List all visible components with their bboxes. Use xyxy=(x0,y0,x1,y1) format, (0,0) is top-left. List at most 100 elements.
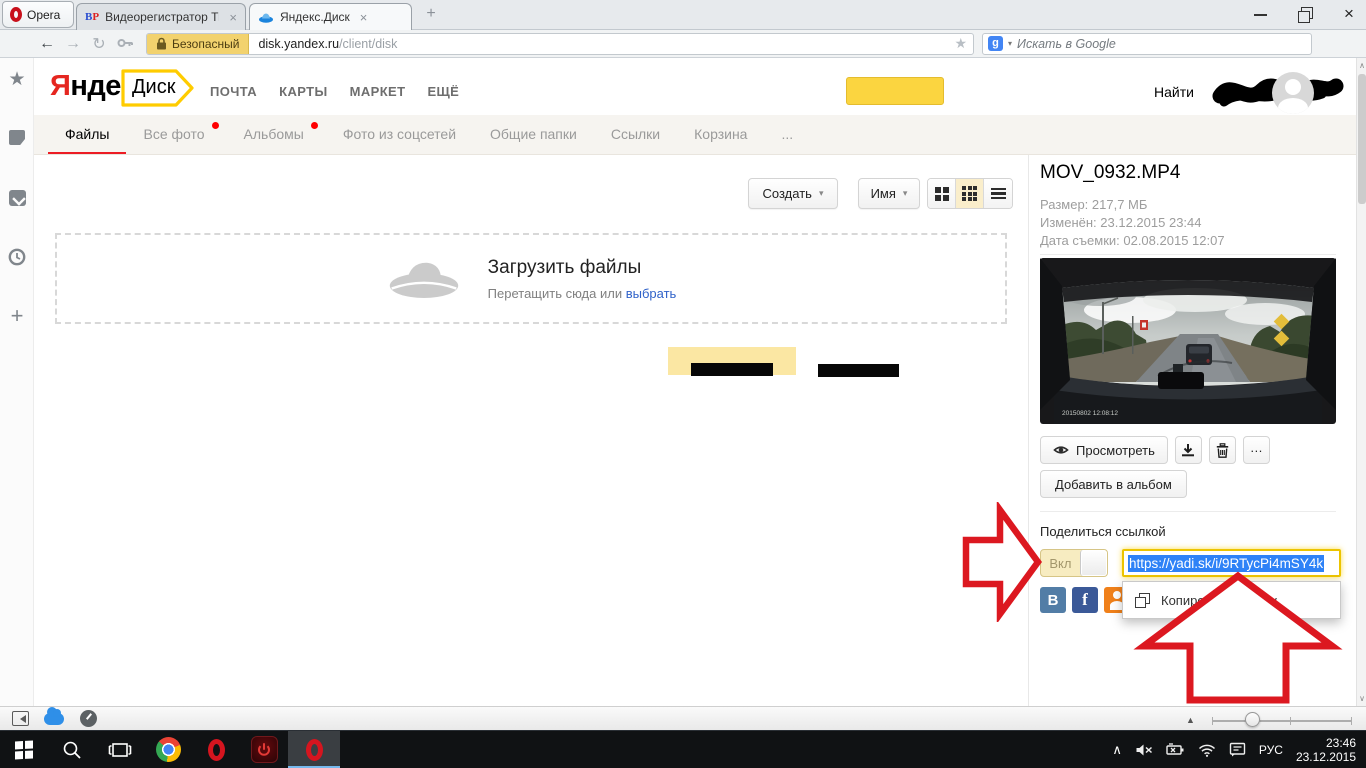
chrome-icon xyxy=(156,737,181,762)
bookmark-star-icon[interactable]: ★ xyxy=(954,35,967,52)
choose-file-link[interactable]: выбрать xyxy=(626,286,677,301)
url-field[interactable]: Безопасный disk.yandex.ru/client/disk ★ xyxy=(146,33,974,55)
file-actions: Просмотреть … xyxy=(1040,436,1270,464)
add-to-album-button[interactable]: Добавить в альбом xyxy=(1040,470,1187,498)
toggle-knob[interactable] xyxy=(1080,550,1107,576)
volume-muted-icon[interactable] xyxy=(1135,743,1153,757)
wifi-icon[interactable] xyxy=(1198,743,1216,757)
nav-maps[interactable]: КАРТЫ xyxy=(279,84,328,99)
nav-more[interactable]: ЕЩЁ xyxy=(427,84,459,99)
vertical-scrollbar[interactable]: ∧ ∨ xyxy=(1356,58,1366,706)
large-grid-icon xyxy=(935,187,949,201)
tab-shared-folders[interactable]: Общие папки xyxy=(473,115,594,154)
search-box[interactable]: g ▾ Искать в Google xyxy=(982,33,1312,55)
action-center-icon[interactable] xyxy=(1229,742,1246,757)
zoom-slider-knob[interactable] xyxy=(1245,712,1260,727)
chrome-taskbar-button[interactable] xyxy=(144,731,192,768)
sort-by-button[interactable]: Имя▾ xyxy=(858,178,920,209)
share-toggle[interactable]: Вкл xyxy=(1040,549,1108,577)
small-grid-icon xyxy=(962,186,977,201)
opera-taskbar-button[interactable] xyxy=(192,731,240,768)
list-icon xyxy=(991,186,1006,202)
tab-trash[interactable]: Корзина xyxy=(677,115,764,154)
search-engine-dropdown-icon[interactable]: ▾ xyxy=(1008,39,1012,48)
security-badge[interactable]: Безопасный xyxy=(147,34,249,54)
preview-button[interactable]: Просмотреть xyxy=(1040,436,1168,464)
url-text: disk.yandex.ru/client/disk xyxy=(258,37,397,51)
vk-share-button[interactable]: В xyxy=(1040,587,1066,613)
nav-market[interactable]: МАРКЕТ xyxy=(350,84,406,99)
taskbar-search-button[interactable] xyxy=(48,731,96,768)
view-small-tiles-button[interactable] xyxy=(956,179,984,208)
tab-social-photos[interactable]: Фото из соцсетей xyxy=(326,115,473,154)
speed-dial-icon[interactable] xyxy=(80,710,97,727)
start-button[interactable] xyxy=(0,731,48,768)
task-view-button[interactable] xyxy=(96,731,144,768)
key-icon[interactable] xyxy=(112,35,138,53)
section-tabs: Файлы Все фото Альбомы Фото из соцсетей … xyxy=(34,115,1356,155)
tab-albums[interactable]: Альбомы xyxy=(227,115,326,154)
scroll-down-arrow[interactable]: ∨ xyxy=(1357,694,1366,703)
share-link-selected-text: https://yadi.sk/i/9RTycPi4mSY4k xyxy=(1128,555,1324,572)
battery-status-icon[interactable] xyxy=(1166,743,1185,756)
windows-taskbar: ∧ xyxy=(0,730,1366,768)
file-modified: Изменён: 23.12.2015 23:44 xyxy=(1040,214,1225,232)
back-button[interactable]: ← xyxy=(34,35,60,53)
facebook-share-button[interactable]: f xyxy=(1072,587,1098,613)
file-name: MOV_0932.MP4 xyxy=(1040,162,1180,184)
chevron-down-icon: ▾ xyxy=(903,188,908,199)
redacted-filename xyxy=(691,363,773,376)
zoom-up-icon[interactable]: ▲ xyxy=(1186,715,1195,725)
bookmarks-star-icon[interactable]: ★ xyxy=(7,70,27,90)
downloads-icon[interactable] xyxy=(9,190,26,206)
forward-button[interactable]: → xyxy=(60,35,86,53)
redacted-search-button[interactable] xyxy=(846,77,944,105)
panel-toggle-icon[interactable] xyxy=(12,711,29,726)
tab-links[interactable]: Ссылки xyxy=(594,115,677,154)
task-view-icon xyxy=(108,741,132,759)
sync-cloud-icon[interactable] xyxy=(44,713,64,725)
opera-active-taskbar-button[interactable] xyxy=(288,731,340,768)
user-avatar[interactable] xyxy=(1272,72,1314,114)
view-large-tiles-button[interactable] xyxy=(928,179,956,208)
search-placeholder: Искать в Google xyxy=(1017,37,1116,51)
yandex-disk-site: Яндекс Диск ПОЧТА КАРТЫ МАРКЕТ ЕЩЁ Найти… xyxy=(34,58,1356,706)
tray-expand-icon[interactable]: ∧ xyxy=(1112,742,1122,758)
more-actions-button[interactable]: … xyxy=(1243,436,1270,464)
browser-tab-2-active[interactable]: Яндекс.Диск × xyxy=(249,3,412,30)
history-clock-icon[interactable] xyxy=(7,248,27,268)
restore-button[interactable] xyxy=(1296,5,1314,23)
new-tab-button[interactable]: + xyxy=(420,5,442,25)
download-button[interactable] xyxy=(1175,436,1202,464)
zoom-slider-track[interactable] xyxy=(1212,720,1352,722)
taskbar-clock[interactable]: 23:46 23.12.2015 xyxy=(1296,736,1356,764)
minimize-button[interactable] xyxy=(1252,5,1270,23)
scroll-up-arrow[interactable]: ∧ xyxy=(1357,61,1366,70)
tab-files[interactable]: Файлы xyxy=(48,115,126,154)
google-icon: g xyxy=(988,36,1003,51)
create-button[interactable]: Создать▾ xyxy=(748,178,838,209)
language-indicator[interactable]: РУС xyxy=(1259,743,1283,757)
video-thumbnail[interactable]: 20150802 12:08:12 xyxy=(1040,258,1336,424)
upload-text-block: Загрузить файлы Перетащить сюда или выбр… xyxy=(488,257,677,301)
opera-menu-button[interactable]: Opera xyxy=(2,1,74,28)
header-nav: ПОЧТА КАРТЫ МАРКЕТ ЕЩЁ xyxy=(210,84,459,99)
nav-mail[interactable]: ПОЧТА xyxy=(210,84,257,99)
browser-tab-1[interactable]: ВР Видеорегистратор Tre... × xyxy=(76,3,246,30)
tab-close-icon[interactable]: × xyxy=(360,10,368,25)
tab-close-icon[interactable]: × xyxy=(229,10,237,25)
notes-icon[interactable] xyxy=(9,130,25,145)
power-app-button[interactable] xyxy=(240,731,288,768)
reload-button[interactable]: ↻ xyxy=(86,34,112,54)
tab-more[interactable]: ... xyxy=(764,115,810,154)
scrollbar-thumb[interactable] xyxy=(1358,74,1366,204)
view-list-button[interactable] xyxy=(984,179,1012,208)
find-button[interactable]: Найти xyxy=(1154,84,1194,100)
add-panel-icon[interactable]: + xyxy=(7,306,27,326)
tab-all-photos[interactable]: Все фото xyxy=(126,115,226,154)
close-button[interactable]: × xyxy=(1340,5,1358,23)
upload-dropzone[interactable]: Загрузить файлы Перетащить сюда или выбр… xyxy=(55,233,1007,324)
upload-hint: Перетащить сюда или выбрать xyxy=(488,286,677,301)
delete-button[interactable] xyxy=(1209,436,1236,464)
disk-service-badge[interactable]: Диск xyxy=(120,68,196,108)
